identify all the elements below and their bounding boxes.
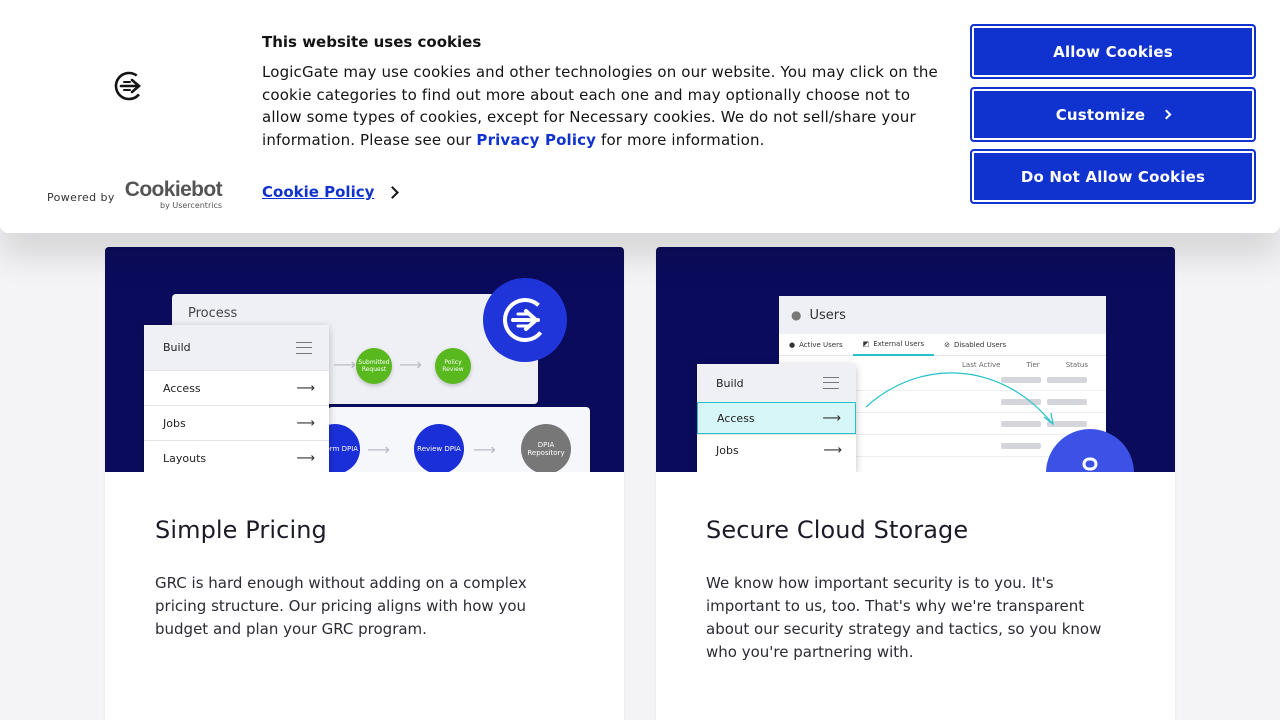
tab-active-users: ● Active Users xyxy=(789,340,843,349)
arrow-right-icon: ⟶ xyxy=(296,415,315,431)
flow-arrow-icon: ⟶ xyxy=(367,440,390,459)
tab-external-users: ◩ External Users xyxy=(852,334,935,356)
arrow-right-icon: ⟶ xyxy=(296,380,315,396)
powered-by-label: Powered by xyxy=(47,191,115,204)
card-description: GRC is hard enough without adding on a c… xyxy=(155,574,527,638)
card-body: Simple Pricing GRC is hard enough withou… xyxy=(105,472,624,641)
cookie-consent-banner: Powered by Cookiebot by Usercentrics Thi… xyxy=(0,0,1280,233)
chevron-right-icon xyxy=(1161,109,1172,120)
card-description: We know how important security is to you… xyxy=(706,574,1102,661)
flow-arrow-icon: ⟶ xyxy=(333,355,356,374)
step-circle: Submitted Request xyxy=(356,348,392,384)
powered-by-cookiebot[interactable]: Powered by Cookiebot by Usercentrics xyxy=(47,178,223,210)
hamburger-icon xyxy=(823,377,839,389)
cookie-banner-text: LogicGate may use cookies and other tech… xyxy=(262,63,938,150)
arrow-right-icon: ⟶ xyxy=(823,443,842,458)
menu-item-access: Access ⟶ xyxy=(144,370,329,405)
menu-item-access: Access ⟶ xyxy=(697,402,856,434)
lock-icon xyxy=(1046,429,1134,472)
customize-button[interactable]: Customize xyxy=(970,87,1256,142)
menu-item-layouts: Layouts ⟶ xyxy=(144,440,329,472)
logicgate-logo-icon xyxy=(483,278,567,362)
step-circle: Review DPIA xyxy=(414,424,464,472)
cookiebot-logo: Cookiebot by Usercentrics xyxy=(124,178,223,210)
logicgate-logo-icon xyxy=(114,71,144,101)
card-body: Secure Cloud Storage We know how importa… xyxy=(656,472,1175,664)
flow-arrow-icon: ⟶ xyxy=(473,440,496,459)
card-title: Simple Pricing xyxy=(155,516,327,544)
menu-item-jobs: Jobs ⟶ xyxy=(144,405,329,440)
allow-cookies-button[interactable]: Allow Cookies xyxy=(970,24,1256,79)
card-illustration-users: ● Users ● Active Users ◩ External Users ⊘ D… xyxy=(656,247,1175,472)
users-panel-header: ● Users xyxy=(779,296,1106,334)
step-circle: DPIA Repository xyxy=(521,424,571,472)
menu-item-jobs: Jobs ⟶ xyxy=(697,434,856,466)
user-icon: ● xyxy=(791,308,802,322)
feature-card-simple-pricing: Process ⟶ Submitted Request ⟶ Policy Rev… xyxy=(105,247,624,720)
privacy-policy-link[interactable]: Privacy Policy xyxy=(476,131,596,149)
build-menu-header: Build xyxy=(697,364,856,402)
build-menu: Build Access ⟶ Jobs ⟶ Layouts ⟶ xyxy=(144,325,329,472)
flow-arrow-icon: ⟶ xyxy=(399,355,422,374)
cookie-banner-title: This website uses cookies xyxy=(262,33,482,51)
step-circle: Policy Review xyxy=(435,348,471,384)
feature-card-secure-cloud-storage: ● Users ● Active Users ◩ External Users ⊘ D… xyxy=(656,247,1175,720)
tab-disabled-users: ⊘ Disabled Users xyxy=(944,340,1007,349)
external-icon: ◩ xyxy=(862,339,870,348)
disabled-icon: ⊘ xyxy=(944,340,950,349)
card-title: Secure Cloud Storage xyxy=(706,516,969,544)
build-menu: Build Access ⟶ Jobs ⟶ xyxy=(697,364,856,472)
arrow-right-icon: ⟶ xyxy=(296,450,315,466)
users-tabs: ● Active Users ◩ External Users ⊘ Disabled … xyxy=(779,334,1106,356)
hamburger-icon xyxy=(296,341,312,354)
card-illustration-process: Process ⟶ Submitted Request ⟶ Policy Rev… xyxy=(105,247,624,472)
chevron-right-icon xyxy=(386,185,400,199)
do-not-allow-cookies-button[interactable]: Do Not Allow Cookies xyxy=(970,149,1256,204)
user-icon: ● xyxy=(789,340,796,349)
process-panel-title: Process xyxy=(188,306,238,321)
build-menu-header: Build xyxy=(144,325,329,370)
cookie-policy-link[interactable]: Cookie Policy xyxy=(262,183,400,201)
arrow-right-icon: ⟶ xyxy=(822,410,841,426)
connector-arrow-icon xyxy=(865,372,1054,426)
